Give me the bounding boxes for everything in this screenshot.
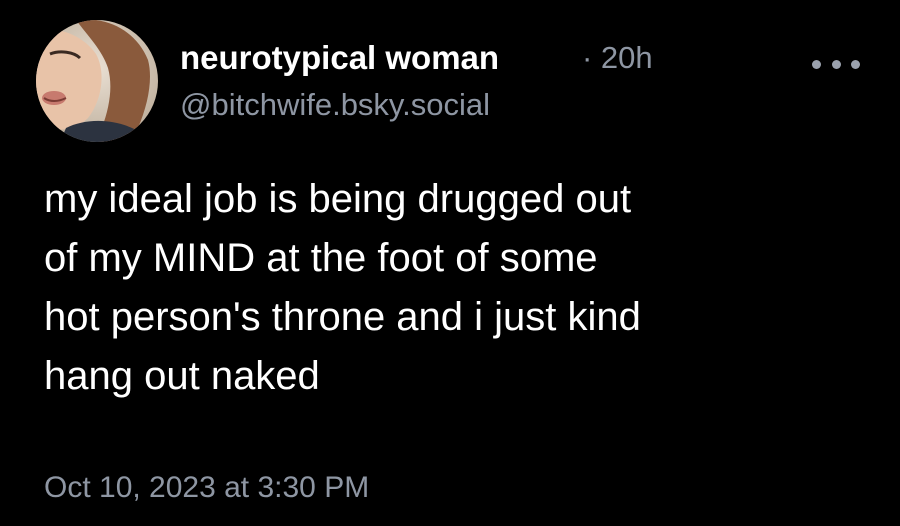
more-dot-icon [831,59,841,69]
author-avatar[interactable] [36,20,158,142]
post-card: neurotypical woman · 20h @bitchwife.bsky… [0,0,900,526]
post-text-line: of my MIND at the foot of some [44,236,598,280]
more-dot-icon [812,59,821,69]
more-dot-icon [851,59,860,69]
post-date: Oct 10, 2023 at 3:30 PM [44,471,370,504]
post-text-line: hot person's throne and i just kind [44,295,641,339]
post-text-line: my ideal job is being drugged out [44,177,632,221]
post-relative-time[interactable]: · 20h [582,38,653,78]
post-text: my ideal job is being drugged out of my … [44,170,864,406]
avatar-photo-icon [36,20,158,142]
post-text-line: hang out naked [44,354,320,398]
author-handle[interactable]: @bitchwife.bsky.social [180,86,490,124]
author-display-name[interactable]: neurotypical woman [180,38,499,78]
more-options-button[interactable] [812,52,860,76]
